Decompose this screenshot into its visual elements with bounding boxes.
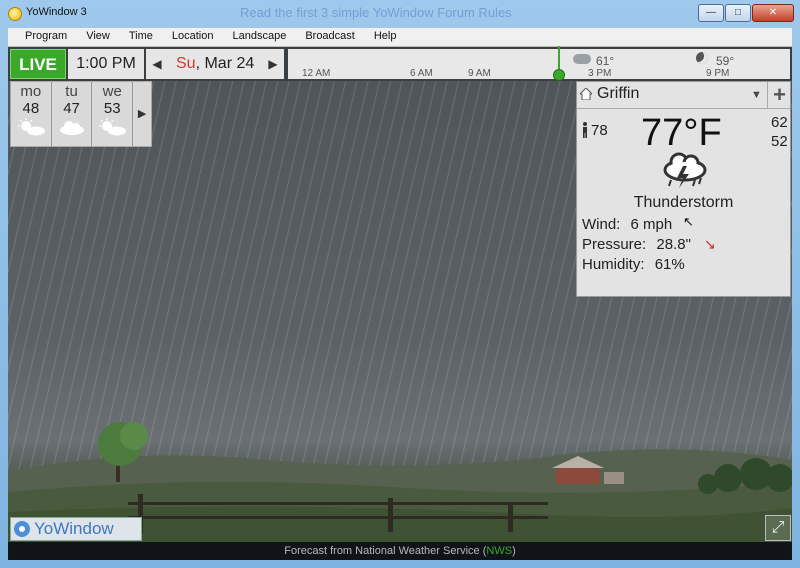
app-window: YoWindow 3 Read the first 3 simple YoWin…	[0, 0, 800, 568]
background-browser-title: Read the first 3 simple YoWindow Forum R…	[240, 5, 512, 20]
menu-time[interactable]: Time	[129, 28, 153, 46]
timeline-handle[interactable]	[553, 69, 565, 81]
day-of-week: Su	[176, 55, 196, 72]
forecast-next-arrow-icon[interactable]: ▶	[133, 82, 151, 146]
weather-condition: Thunderstorm	[633, 194, 734, 211]
close-button[interactable]: ✕	[752, 4, 794, 22]
current-temperature[interactable]: 77°F	[641, 112, 722, 155]
location-name[interactable]: Griffin	[597, 85, 639, 103]
yowindow-logo-icon	[14, 521, 30, 537]
person-icon	[583, 122, 587, 138]
timeline-label-9am: 9 AM	[468, 68, 491, 79]
timeline-temp-night: 59°	[716, 54, 735, 68]
forecast-day[interactable]: mo 48	[11, 82, 52, 146]
yowindow-app-icon	[8, 7, 22, 21]
partly-sunny-icon	[99, 118, 127, 136]
forecast-day[interactable]: tu 47	[52, 82, 93, 146]
pressure-label: Pressure:	[582, 236, 647, 253]
current-weather-panel: Griffin ▼ + 78 77°F 62 52 Thunderstorm W…	[576, 81, 791, 297]
wind-row: Wind: 6 mph	[582, 216, 672, 233]
pressure-value: 28.8"	[656, 236, 691, 253]
menu-broadcast[interactable]: Broadcast	[305, 28, 355, 46]
forecast-day-temp: 47	[63, 100, 80, 117]
forecast-day-temp: 53	[103, 100, 121, 117]
status-bar: Forecast from National Weather Service (…	[8, 542, 792, 560]
forecast-day-name: we	[102, 83, 122, 100]
current-time[interactable]: 1:00 PM	[68, 49, 144, 79]
moon-icon	[696, 52, 708, 64]
menu-landscape[interactable]: Landscape	[232, 28, 286, 46]
timeline-slider[interactable]: 12 AM 6 AM 9 AM 3 PM 9 PM 61° 59°	[288, 46, 790, 81]
menu-help[interactable]: Help	[374, 28, 397, 46]
feels-like-temp: 78	[591, 122, 608, 139]
timeline-label-9pm: 9 PM	[706, 68, 730, 79]
wind-value: 6 mph	[630, 216, 673, 233]
time-toolbar: LIVE 1:00 PM ◀ Su, Mar 24 ▶ 12 AM 6 AM 9…	[8, 46, 792, 81]
forecast-day[interactable]: we 53	[92, 82, 134, 146]
forecast-source-text: Forecast from National Weather Service (	[284, 545, 487, 557]
humidity-row: Humidity: 61%	[582, 256, 685, 273]
wind-direction-arrow-icon: ↖	[683, 214, 694, 229]
date-display[interactable]: Su, Mar 24	[176, 49, 254, 79]
menu-location[interactable]: Location	[172, 28, 214, 46]
add-location-button[interactable]: +	[767, 82, 791, 108]
home-icon[interactable]	[580, 88, 592, 100]
wind-label: Wind:	[582, 216, 621, 233]
thunderstorm-icon	[663, 152, 707, 188]
nws-link[interactable]: NWS	[486, 545, 512, 557]
brand-name: YoWindow	[34, 519, 114, 538]
forecast-strip: mo 48 tu 47 we 53 ▶	[10, 81, 152, 147]
live-button[interactable]: LIVE	[10, 49, 66, 79]
menu-program[interactable]: Program	[25, 28, 67, 46]
previous-day-arrow-icon[interactable]: ◀	[148, 49, 166, 79]
forecast-day-name: tu	[65, 83, 78, 100]
forecast-day-name: mo	[20, 83, 42, 100]
window-title: YoWindow 3	[26, 6, 87, 18]
timeline-label-6am: 6 AM	[410, 68, 433, 79]
client-area: Program View Time Location Landscape Bro…	[8, 28, 792, 560]
cloudy-icon	[59, 121, 84, 135]
low-temp: 52	[771, 133, 788, 150]
fullscreen-icon[interactable]: ⤢	[765, 515, 791, 541]
menu-bar: Program View Time Location Landscape Bro…	[8, 28, 792, 47]
location-header: Griffin ▼ +	[577, 82, 790, 109]
title-bar[interactable]: YoWindow 3 Read the first 3 simple YoWin…	[0, 0, 800, 26]
partly-sunny-icon	[17, 118, 45, 136]
date-text: , Mar 24	[195, 55, 255, 72]
yowindow-logo[interactable]: YoWindow	[10, 517, 142, 541]
timeline-label-12am: 12 AM	[302, 68, 331, 79]
weather-landscape: mo 48 tu 47 we 53 ▶ Griffin ▼ + 78 77°F …	[8, 81, 792, 542]
humidity-value: 61%	[654, 256, 685, 273]
menu-view[interactable]: View	[86, 28, 110, 46]
humidity-label: Humidity:	[582, 256, 645, 273]
maximize-button[interactable]: □	[725, 4, 751, 22]
timeline-label-3pm: 3 PM	[588, 68, 612, 79]
pressure-row: Pressure: 28.8"	[582, 236, 691, 253]
status-close-paren: )	[512, 545, 516, 557]
high-temp: 62	[771, 114, 788, 131]
timeline-temp-afternoon: 61°	[596, 54, 615, 68]
minimize-button[interactable]: —	[698, 4, 724, 22]
cloud-icon	[573, 54, 591, 64]
date-selector: ◀ Su, Mar 24 ▶	[146, 49, 284, 79]
pressure-trend-arrow-icon: ↘	[704, 236, 716, 252]
chevron-down-icon[interactable]: ▼	[751, 89, 762, 101]
forecast-day-temp: 48	[22, 100, 40, 117]
next-day-arrow-icon[interactable]: ▶	[264, 49, 282, 79]
